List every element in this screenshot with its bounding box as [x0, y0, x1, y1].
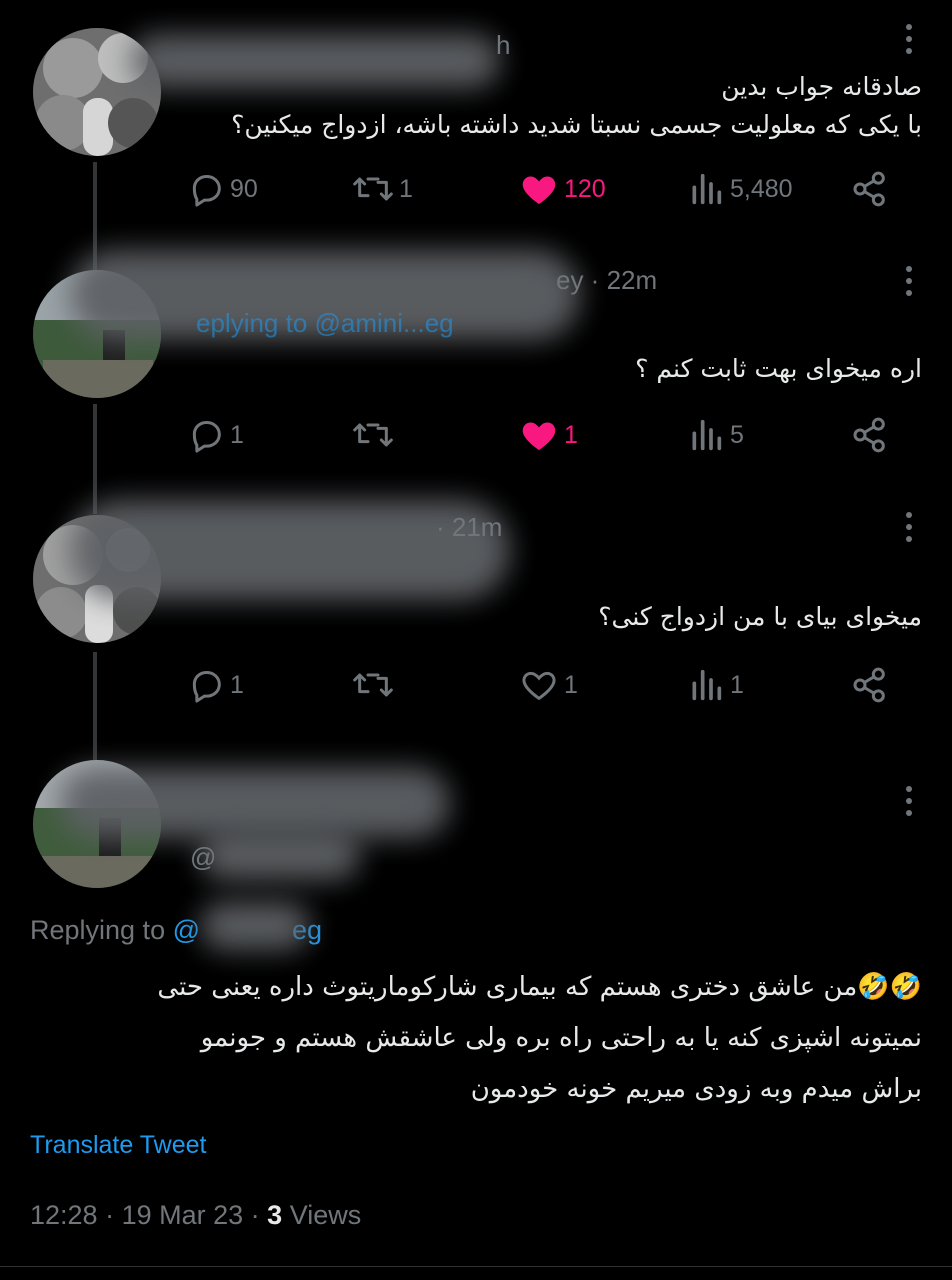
share-icon [853, 667, 885, 703]
tweet-timestamp: 12:28 · 19 Mar 23 · 3 Views [30, 1200, 362, 1230]
thread-line [93, 404, 97, 514]
reply-count: 1 [230, 670, 244, 699]
reply-icon [192, 175, 221, 207]
main-handle[interactable]: @ [190, 842, 216, 873]
heart-icon [522, 671, 556, 701]
translate-tweet-link[interactable]: Translate Tweet [30, 1131, 206, 1160]
share-button[interactable] [850, 410, 890, 460]
like-count: 1 [564, 670, 578, 699]
tweet-text: اره میخوای بهت ثابت کنم ؟ [635, 354, 922, 383]
retweet-button[interactable] [351, 410, 395, 460]
replying-to-link[interactable]: eplying to @amini...eg [196, 308, 454, 339]
handle-blur [200, 902, 310, 950]
heart-icon [522, 176, 556, 204]
more-icon[interactable] [906, 266, 914, 302]
share-button[interactable] [850, 164, 890, 214]
more-icon[interactable] [906, 512, 914, 548]
like-button[interactable]: 1 [518, 410, 578, 460]
like-count: 1 [564, 420, 578, 449]
like-count: 120 [564, 174, 606, 203]
tweet-text: صادقانه جواب بدین با یکی که معلولیت جسمی… [231, 72, 922, 139]
reply-button[interactable]: 90 [186, 164, 258, 214]
tweet-actions: 1 1 1 [186, 660, 896, 710]
retweet-icon [353, 177, 393, 201]
share-button[interactable] [850, 660, 890, 710]
views-button[interactable]: 1 [686, 660, 744, 710]
retweet-icon [353, 673, 393, 697]
views-icon [692, 173, 722, 205]
retweet-button[interactable]: 1 [351, 164, 413, 214]
reply-count: 90 [230, 174, 258, 203]
retweet-count: 1 [399, 174, 413, 203]
like-button[interactable]: 1 [518, 660, 578, 710]
thread-line [93, 652, 97, 760]
name-blur [60, 768, 450, 838]
more-icon[interactable] [906, 24, 914, 60]
retweet-button[interactable] [351, 660, 395, 710]
more-icon[interactable] [906, 786, 914, 822]
views-count: 1 [730, 670, 744, 699]
like-button[interactable]: 120 [518, 164, 606, 214]
tweet-meta: ey · 22m [556, 265, 658, 295]
display-name[interactable]: h [496, 30, 510, 61]
reply-icon [192, 671, 221, 703]
share-icon [853, 417, 885, 453]
tweet-actions: 1 1 5 [186, 410, 896, 460]
retweet-icon [353, 423, 393, 447]
views-count: 5 [730, 420, 744, 449]
tweet-actions: 90 1 120 5,480 [186, 164, 896, 214]
replying-label: Replying to [30, 915, 166, 945]
divider [0, 1266, 952, 1267]
heart-icon [522, 422, 556, 450]
main-tweet-text: 🤣🤣من عاشق دختری هستم که بیماری شارکوماری… [157, 972, 922, 1104]
views-button[interactable]: 5 [686, 410, 744, 460]
reply-button[interactable]: 1 [186, 660, 244, 710]
reply-button[interactable]: 1 [186, 410, 244, 460]
views-count: 5,480 [730, 174, 793, 203]
tweet-meta: · 21m [436, 512, 503, 542]
share-icon [853, 171, 885, 207]
views-icon [692, 419, 722, 451]
reply-count: 1 [230, 420, 244, 449]
reply-icon [192, 421, 221, 453]
tweet-text: میخوای بیای با من ازدواج کنی؟ [598, 602, 922, 631]
views-button[interactable]: 5,480 [686, 164, 793, 214]
views-icon [692, 669, 722, 701]
views-count: 3 [267, 1200, 283, 1230]
handle-blur [200, 830, 360, 880]
